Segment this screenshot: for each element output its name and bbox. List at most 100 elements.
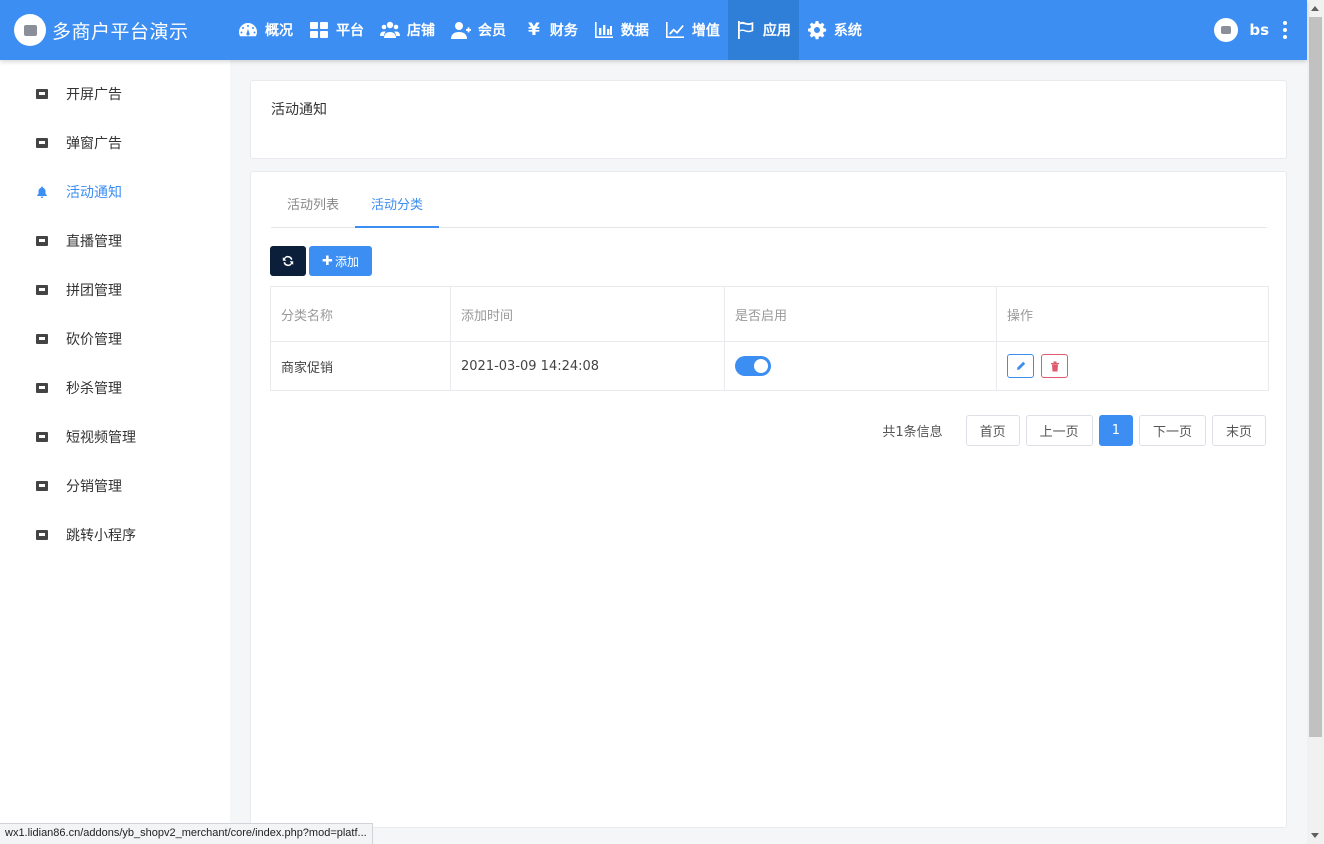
category-name: 商家促销 — [270, 341, 451, 391]
ad-icon — [36, 235, 48, 246]
content-card: 活动列表 活动分类 ✚ 添加 分类名称 添加时间 是否启用 操作 商家促销 202… — [250, 171, 1287, 828]
nav-stores[interactable]: 店铺 — [372, 0, 443, 60]
sidebar-item-distribution[interactable]: 分销管理 — [0, 461, 230, 510]
status-bar-url: wx1.lidian86.cn/addons/yb_shopv2_merchan… — [0, 823, 373, 844]
dashboard-icon — [239, 23, 257, 37]
top-navbar: 多商户平台演示 概况 平台 店铺 会员 ¥ 财务 数据 增值 应用 系统 bs — [0, 0, 1307, 60]
gear-icon — [807, 21, 826, 40]
column-header: 操作 — [996, 286, 1269, 342]
bell-icon — [37, 186, 47, 198]
sidebar-item-label: 砍价管理 — [66, 331, 122, 348]
pagination-info: 共1条信息 — [882, 425, 943, 440]
nav-overview[interactable]: 概况 — [230, 0, 301, 60]
bar-chart-icon — [594, 22, 613, 38]
nav-label: 数据 — [620, 23, 649, 39]
yen-icon: ¥ — [528, 20, 540, 40]
trash-icon — [1050, 361, 1059, 371]
ad-icon — [36, 137, 48, 148]
sidebar-item-splash-ad[interactable]: 开屏广告 — [0, 69, 230, 118]
page-title: 活动通知 — [271, 102, 327, 118]
tab-activity-list[interactable]: 活动列表 — [271, 186, 355, 228]
scroll-down-icon[interactable] — [1311, 833, 1319, 838]
vertical-scrollbar[interactable] — [1307, 0, 1324, 844]
ad-icon — [36, 480, 48, 491]
sidebar-item-label: 秒杀管理 — [66, 380, 122, 397]
sidebar-item-bargain[interactable]: 砍价管理 — [0, 314, 230, 363]
nav-apps[interactable]: 应用 — [727, 0, 799, 60]
sidebar-item-label: 活动通知 — [66, 184, 122, 201]
sidebar-item-flash-sale[interactable]: 秒杀管理 — [0, 363, 230, 412]
next-page-button[interactable]: 下一页 — [1138, 415, 1206, 446]
delete-button[interactable] — [1041, 354, 1069, 378]
table-header-row: 分类名称 添加时间 是否启用 操作 — [270, 286, 1269, 342]
nav-members[interactable]: 会员 — [443, 0, 514, 60]
ad-icon — [36, 88, 48, 99]
scrollbar-thumb[interactable] — [1309, 17, 1322, 737]
enabled-cell — [724, 341, 997, 391]
prev-page-button[interactable]: 上一页 — [1025, 415, 1093, 446]
user-plus-icon — [451, 22, 471, 39]
nav-label: 应用 — [762, 23, 791, 39]
user-menu[interactable]: bs — [1214, 16, 1287, 44]
avatar[interactable] — [1214, 18, 1239, 42]
sidebar-item-activity-notice[interactable]: 活动通知 — [0, 167, 230, 216]
nav-label: 会员 — [478, 23, 506, 39]
column-header: 是否启用 — [724, 286, 997, 342]
logo-icon — [14, 14, 46, 46]
ad-icon — [36, 431, 48, 442]
nav-finance[interactable]: ¥ 财务 — [514, 0, 586, 60]
ad-icon — [36, 529, 48, 540]
category-table: 分类名称 添加时间 是否启用 操作 商家促销 2021-03-09 14:24:… — [270, 286, 1269, 391]
pencil-icon — [1016, 361, 1025, 370]
scroll-up-icon[interactable] — [1311, 6, 1319, 11]
column-header: 分类名称 — [270, 286, 451, 342]
sidebar-item-label: 拼团管理 — [66, 282, 122, 299]
actions-cell — [996, 341, 1269, 391]
page-header-card: 活动通知 — [250, 80, 1287, 159]
ad-icon — [36, 382, 48, 393]
column-header: 添加时间 — [450, 286, 725, 342]
sidebar-item-short-video[interactable]: 短视频管理 — [0, 412, 230, 461]
users-icon — [380, 21, 400, 38]
first-page-button[interactable]: 首页 — [965, 415, 1020, 446]
nav-label: 系统 — [833, 23, 862, 39]
sidebar-item-mini-program[interactable]: 跳转小程序 — [0, 510, 230, 559]
sidebar: 开屏广告 弹窗广告 活动通知 直播管理 拼团管理 砍价管理 秒杀管理 短视频管理… — [0, 60, 230, 844]
app-logo[interactable]: 多商户平台演示 — [14, 14, 189, 46]
edit-button[interactable] — [1007, 354, 1034, 378]
refresh-button[interactable] — [270, 246, 306, 276]
user-name[interactable]: bs — [1249, 21, 1269, 39]
current-page-button[interactable]: 1 — [1098, 415, 1133, 446]
ad-icon — [36, 333, 48, 344]
tab-activity-category[interactable]: 活动分类 — [355, 186, 440, 228]
sidebar-item-label: 开屏广告 — [66, 86, 122, 103]
app-title: 多商户平台演示 — [52, 20, 189, 43]
enabled-toggle[interactable] — [735, 356, 771, 376]
nav-platform[interactable]: 平台 — [301, 0, 372, 60]
nav-value-added[interactable]: 增值 — [657, 0, 728, 60]
add-button[interactable]: ✚ 添加 — [309, 246, 372, 276]
added-time: 2021-03-09 14:24:08 — [450, 341, 725, 391]
more-vertical-icon[interactable] — [1283, 21, 1287, 39]
flag-icon — [737, 21, 754, 39]
tab-bar: 活动列表 活动分类 — [271, 186, 1267, 228]
nav-system[interactable]: 系统 — [799, 0, 870, 60]
sidebar-item-popup-ad[interactable]: 弹窗广告 — [0, 118, 230, 167]
nav-data[interactable]: 数据 — [586, 0, 657, 60]
plus-icon: ✚ — [322, 253, 333, 269]
add-button-label: 添加 — [334, 254, 359, 269]
sidebar-item-label: 分销管理 — [66, 478, 122, 495]
last-page-button[interactable]: 末页 — [1211, 415, 1266, 446]
sidebar-item-label: 直播管理 — [66, 233, 122, 250]
nav-label: 增值 — [691, 23, 720, 39]
pagination: 共1条信息 首页 上一页 1 下一页 末页 — [882, 415, 1266, 446]
ad-icon — [36, 284, 48, 295]
sidebar-item-label: 跳转小程序 — [66, 527, 136, 544]
grid-icon — [310, 22, 328, 38]
sidebar-item-live[interactable]: 直播管理 — [0, 216, 230, 265]
line-chart-icon — [665, 22, 684, 38]
sidebar-item-label: 弹窗广告 — [66, 135, 122, 152]
refresh-icon — [282, 255, 294, 267]
table-row: 商家促销 2021-03-09 14:24:08 — [270, 341, 1269, 391]
sidebar-item-group-buy[interactable]: 拼团管理 — [0, 265, 230, 314]
